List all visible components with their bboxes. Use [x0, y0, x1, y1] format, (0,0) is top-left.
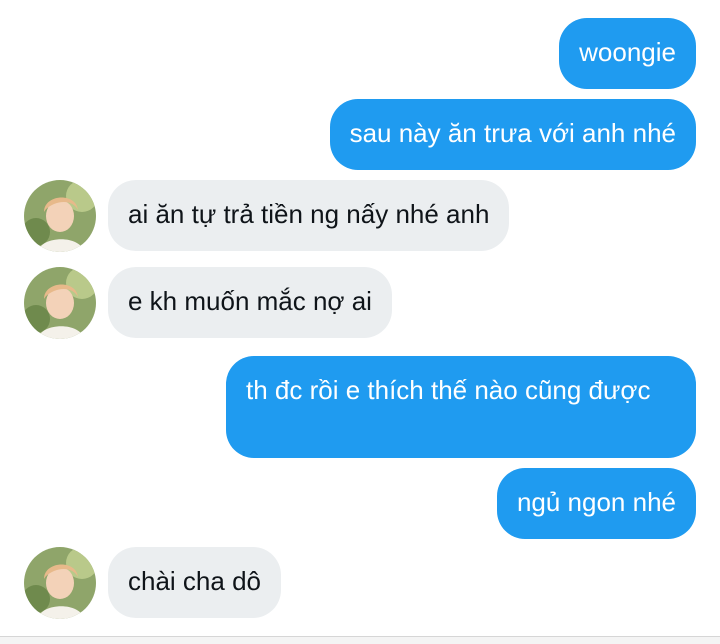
- outgoing-message-bubble[interactable]: ngủ ngon nhé: [496, 468, 696, 539]
- message-thread: woongie sau này ăn trưa với anh nhé ai ă…: [0, 0, 720, 644]
- avatar[interactable]: [24, 180, 96, 252]
- user-avatar-photo-icon: [24, 267, 96, 339]
- outgoing-message-bubble[interactable]: th đc rồi e thích thế nào cũng được: [226, 356, 696, 458]
- incoming-message-bubble[interactable]: e kh muốn mắc nợ ai: [108, 267, 392, 338]
- user-avatar-photo-icon: [24, 180, 96, 252]
- outgoing-message-bubble[interactable]: sau này ăn trưa với anh nhé: [329, 99, 696, 170]
- outgoing-message-bubble[interactable]: woongie: [559, 18, 696, 89]
- avatar[interactable]: [24, 547, 96, 619]
- incoming-message-bubble[interactable]: chài cha dô: [108, 547, 281, 618]
- incoming-message-bubble[interactable]: ai ăn tự trả tiền ng nấy nhé anh: [108, 180, 510, 251]
- avatar[interactable]: [24, 267, 96, 339]
- user-avatar-photo-icon: [24, 547, 96, 619]
